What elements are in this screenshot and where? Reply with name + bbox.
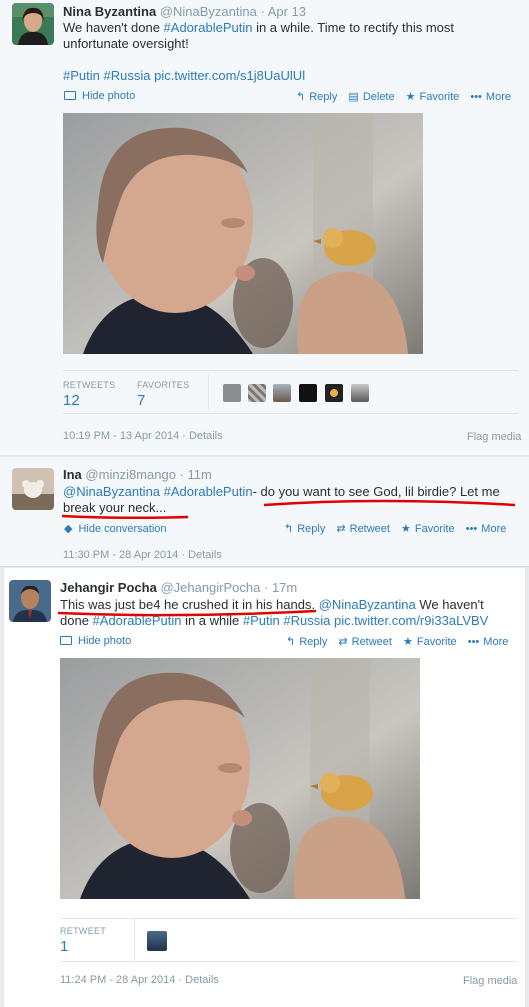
retweet-count[interactable]: 1 [60, 938, 68, 955]
hashtag-link[interactable]: #Putin [243, 613, 280, 628]
retweets-count[interactable]: 12 [63, 392, 80, 409]
retweets-label: RETWEETS [63, 380, 116, 390]
hashtag-link[interactable]: #Russia [283, 613, 330, 628]
delete-icon: ▤ [348, 91, 359, 103]
retweet-button[interactable]: ⇄ Retweet [338, 635, 392, 648]
hide-photo-button[interactable]: Hide photo [64, 90, 135, 102]
avatar[interactable] [299, 384, 317, 402]
favorite-icon: ★ [401, 523, 411, 535]
tweet-nina: Nina Byzantina @NinaByzantina · Apr 13 W… [0, 0, 529, 456]
hashtag-link[interactable]: #AdorablePutin [164, 484, 253, 499]
tweet-timestamp[interactable]: 11:30 PM - 28 Apr 2014 · Details [63, 549, 222, 561]
retweet-icon: ⇄ [338, 636, 348, 648]
more-button[interactable]: ••• More [468, 636, 509, 648]
more-icon: ••• [467, 636, 480, 648]
more-button[interactable]: ••• More [470, 91, 511, 103]
more-icon: ••• [465, 523, 478, 535]
tweet-jehangir: Jehangir Pocha @JehangirPocha · 17m This… [3, 568, 526, 1007]
favorite-button[interactable]: ★ Favorite [403, 635, 457, 648]
reply-button[interactable]: ↰ Reply [286, 635, 327, 648]
hashtag-link[interactable]: #Russia [104, 68, 151, 83]
avatar[interactable] [9, 580, 51, 622]
hashtag-link[interactable]: #AdorablePutin [164, 20, 253, 35]
conversation-icon: ◆ [64, 523, 73, 535]
author-name[interactable]: Jehangir Pocha @JehangirPocha · 17m [60, 580, 297, 595]
photo-icon [60, 636, 72, 645]
flag-media-link[interactable]: Flag media [467, 431, 521, 443]
hashtag-link[interactable]: #Putin [63, 68, 100, 83]
author-handle[interactable]: @minzi8mango [85, 467, 176, 482]
avatar[interactable] [147, 931, 167, 951]
tweet-date[interactable]: Apr 13 [268, 4, 306, 19]
tweet-actions: ↰ Reply ⇄ Retweet ★ Favorite ••• More [278, 635, 508, 648]
avatar[interactable] [351, 384, 369, 402]
author-handle[interactable]: @NinaByzantina [160, 4, 257, 19]
retweet-button[interactable]: ⇄ Retweet [336, 522, 390, 535]
delete-button[interactable]: ▤ Delete [348, 90, 394, 103]
mention-link[interactable]: @NinaByzantina [63, 484, 160, 499]
avatar[interactable] [12, 468, 54, 510]
photo-icon [64, 91, 76, 100]
tweet-actions: ↰ Reply ▤ Delete ★ Favorite ••• More [288, 90, 511, 103]
tweet-photo[interactable] [63, 113, 423, 354]
author-name[interactable]: Nina Byzantina @NinaByzantina · Apr 13 [63, 4, 306, 19]
author-name[interactable]: Ina @minzi8mango · 11m [63, 467, 212, 482]
avatar[interactable] [248, 384, 266, 402]
retweet-icon: ⇄ [336, 523, 346, 535]
reply-icon: ↰ [296, 91, 306, 103]
tweet-date[interactable]: 11m [188, 467, 212, 482]
tweet-ina: Ina @minzi8mango · 11m @NinaByzantina #A… [0, 457, 529, 567]
flag-media-link[interactable]: Flag media [463, 975, 517, 987]
reply-button[interactable]: ↰ Reply [296, 90, 337, 103]
tweet-text: This was just be4 he crushed it in his h… [60, 597, 489, 628]
mention-link[interactable]: @NinaByzantina [319, 597, 416, 612]
favorite-button[interactable]: ★ Favorite [401, 522, 455, 535]
tweet-timestamp[interactable]: 10:19 PM - 13 Apr 2014 · Details [63, 430, 223, 442]
avatar[interactable] [273, 384, 291, 402]
reply-icon: ↰ [286, 636, 296, 648]
avatar[interactable] [12, 3, 54, 45]
favorite-button[interactable]: ★ Favorite [406, 90, 460, 103]
tweet-actions: ↰ Reply ⇄ Retweet ★ Favorite ••• More [276, 522, 506, 535]
favorites-count[interactable]: 7 [137, 392, 145, 409]
favorite-icon: ★ [405, 91, 416, 103]
hide-photo-button[interactable]: Hide photo [60, 635, 131, 647]
reply-icon: ↰ [284, 523, 294, 535]
tweet-text: We haven't done #AdorablePutin in a whil… [63, 20, 455, 83]
more-button[interactable]: ••• More [466, 523, 507, 535]
avatar[interactable] [325, 384, 343, 402]
favorites-label: FAVORITES [137, 380, 190, 390]
tweet-photo[interactable] [60, 658, 420, 899]
reply-button[interactable]: ↰ Reply [284, 522, 325, 535]
media-link[interactable]: pic.twitter.com/r9i33aLVBV [334, 613, 488, 628]
author-handle[interactable]: @JehangirPocha [160, 580, 260, 595]
hide-conversation-button[interactable]: ◆ Hide conversation [64, 522, 167, 535]
more-icon: ••• [470, 91, 482, 103]
favorite-icon: ★ [403, 636, 413, 648]
tweet-stats: RETWEETS 12 FAVORITES 7 [63, 370, 518, 414]
tweet-date[interactable]: 17m [272, 580, 297, 595]
media-link[interactable]: pic.twitter.com/s1j8UaUlUl [154, 68, 305, 83]
avatar[interactable] [223, 384, 241, 402]
tweet-text: @NinaByzantina #AdorablePutin- do you wa… [63, 484, 500, 515]
tweet-stats: RETWEET 1 [60, 918, 518, 963]
retweet-label: RETWEET [60, 926, 107, 936]
hashtag-link[interactable]: #AdorablePutin [93, 613, 182, 628]
tweet-timestamp[interactable]: 11:24 PM - 28 Apr 2014 · Details [60, 974, 219, 986]
